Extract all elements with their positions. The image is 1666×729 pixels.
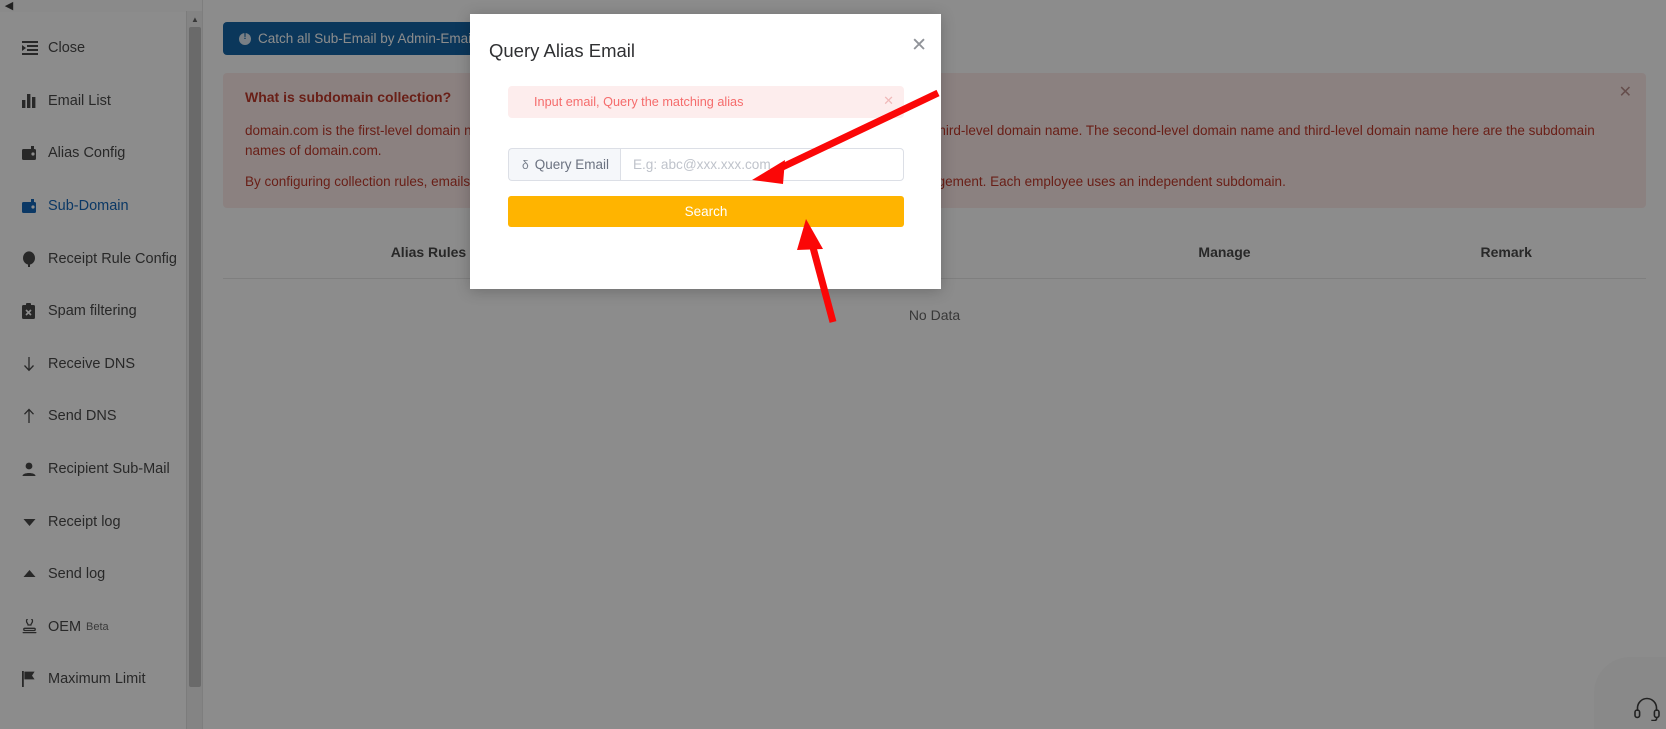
key-icon: δ: [522, 157, 529, 172]
dialog-hint-alert: Input email, Query the matching alias ✕: [508, 86, 904, 118]
dialog-body: Input email, Query the matching alias ✕ …: [470, 62, 941, 227]
close-icon[interactable]: ✕: [883, 94, 894, 107]
dialog-hint-text: Input email, Query the matching alias: [534, 95, 744, 109]
dialog-header: Query Alias Email ✕: [470, 14, 941, 62]
close-icon[interactable]: ✕: [911, 36, 927, 55]
query-email-input[interactable]: [619, 148, 904, 181]
search-button[interactable]: Search: [508, 196, 904, 227]
app-root: ◀ Close Email List Alias Config Sub-Doma…: [0, 0, 1666, 729]
query-alias-email-dialog: Query Alias Email ✕ Input email, Query t…: [470, 14, 941, 289]
dialog-title: Query Alias Email: [489, 40, 635, 61]
query-email-label: δ Query Email: [508, 148, 620, 181]
query-email-field-group: δ Query Email: [508, 148, 904, 181]
query-email-label-text: Query Email: [534, 157, 609, 172]
